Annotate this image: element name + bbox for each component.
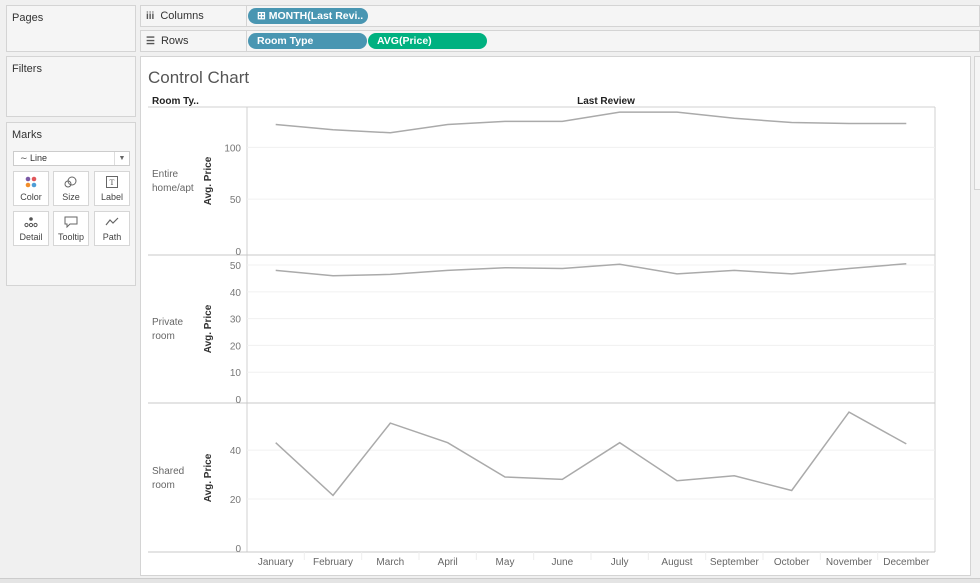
mark-type-dropdown[interactable]: ∼ Line ▼ (13, 151, 130, 166)
sheet-tabs-bar (0, 578, 980, 583)
rows-shelf[interactable]: ☰ Rows Room Type AVG(Price) (140, 30, 980, 52)
y-tick-label: 100 (224, 143, 241, 154)
label-button[interactable]: T Label (94, 171, 130, 206)
x-tick-label: January (258, 557, 294, 568)
row-label: Private (152, 317, 184, 328)
marks-card: Marks ∼ Line ▼ Color Size T Label Detail… (6, 122, 136, 286)
mark-type-value: Line (30, 153, 47, 163)
size-icon (54, 176, 88, 192)
y-axis-title: Avg. Price (203, 304, 214, 353)
y-tick-label: 50 (230, 195, 242, 206)
filters-card[interactable]: Filters (6, 56, 136, 117)
row-header: Room Ty.. (152, 96, 199, 107)
column-header: Last Review (577, 96, 635, 107)
y-tick-label: 40 (230, 446, 242, 457)
y-tick-label: 40 (230, 288, 242, 299)
y-tick-label: 30 (230, 315, 242, 326)
room-type-pill[interactable]: Room Type (248, 33, 367, 49)
avg-price-pill[interactable]: AVG(Price) (368, 33, 487, 49)
x-tick-label: August (661, 557, 692, 568)
tooltip-button[interactable]: Tooltip (53, 211, 89, 246)
detail-button[interactable]: Detail (13, 211, 49, 246)
detail-icon (14, 216, 48, 232)
label-label: Label (101, 192, 123, 202)
size-button[interactable]: Size (53, 171, 89, 206)
x-tick-label: March (376, 557, 404, 568)
x-tick-label: May (496, 557, 515, 568)
x-tick-label: February (313, 557, 353, 568)
x-tick-label: June (551, 557, 573, 568)
columns-label: Columns (160, 10, 203, 22)
svg-text:T: T (110, 178, 115, 187)
x-tick-label: October (774, 557, 810, 568)
row-label: Shared (152, 466, 184, 477)
y-axis-title: Avg. Price (203, 453, 214, 502)
y-tick-label: 20 (230, 341, 242, 352)
x-tick-label: April (438, 557, 458, 568)
path-icon (95, 216, 129, 232)
row-label: room (152, 331, 175, 342)
detail-label: Detail (19, 232, 42, 242)
pages-card[interactable]: Pages (6, 5, 136, 52)
color-icon (14, 176, 48, 192)
side-panel-edge (974, 56, 980, 190)
chart-title: Control Chart (148, 68, 249, 87)
chevron-down-icon: ▼ (114, 152, 129, 165)
y-tick-label: 0 (235, 544, 241, 555)
y-axis-title: Avg. Price (203, 156, 214, 205)
series-line (276, 412, 907, 495)
row-label: Entire (152, 169, 179, 180)
tooltip-icon (54, 216, 88, 232)
series-line (276, 112, 907, 133)
y-tick-label: 10 (230, 368, 242, 379)
label-icon: T (95, 176, 129, 192)
y-tick-label: 0 (235, 395, 241, 406)
row-label: room (152, 480, 175, 491)
x-tick-label: December (883, 557, 930, 568)
pages-label: Pages (12, 12, 43, 24)
columns-shelf[interactable]: iii Columns ⊞ MONTH(Last Revi.. (140, 5, 980, 27)
columns-icon: iii (146, 11, 154, 22)
rows-icon: ☰ (146, 36, 155, 47)
color-label: Color (20, 192, 42, 202)
rows-label: Rows (161, 35, 189, 47)
size-label: Size (62, 192, 80, 202)
path-label: Path (103, 232, 122, 242)
worksheet: Control Chart Room Ty.. Last Review Enti… (140, 56, 971, 576)
x-tick-label: November (826, 557, 873, 568)
row-label: home/apt (152, 183, 194, 194)
filters-label: Filters (12, 63, 42, 75)
pane-entire-home-apt: Entire home/apt Avg. Price 0 50 100 (148, 112, 935, 258)
y-tick-label: 20 (230, 495, 242, 506)
x-tick-label: September (710, 557, 760, 568)
x-tick-label: July (611, 557, 629, 568)
path-button[interactable]: Path (94, 211, 130, 246)
line-icon: ∼ (20, 153, 30, 163)
tooltip-label: Tooltip (58, 232, 84, 242)
pane-shared-room: Shared room Avg. Price 0 20 40 (148, 412, 935, 555)
marks-label: Marks (12, 129, 42, 141)
y-tick-label: 50 (230, 261, 242, 272)
control-chart: Control Chart Room Ty.. Last Review Enti… (141, 57, 972, 577)
y-tick-label: 0 (235, 247, 241, 258)
pane-private-room: Private room Avg. Price 0 10 20 30 40 50 (148, 261, 935, 406)
color-button[interactable]: Color (13, 171, 49, 206)
month-last-review-pill[interactable]: ⊞ MONTH(Last Revi.. (248, 8, 368, 24)
